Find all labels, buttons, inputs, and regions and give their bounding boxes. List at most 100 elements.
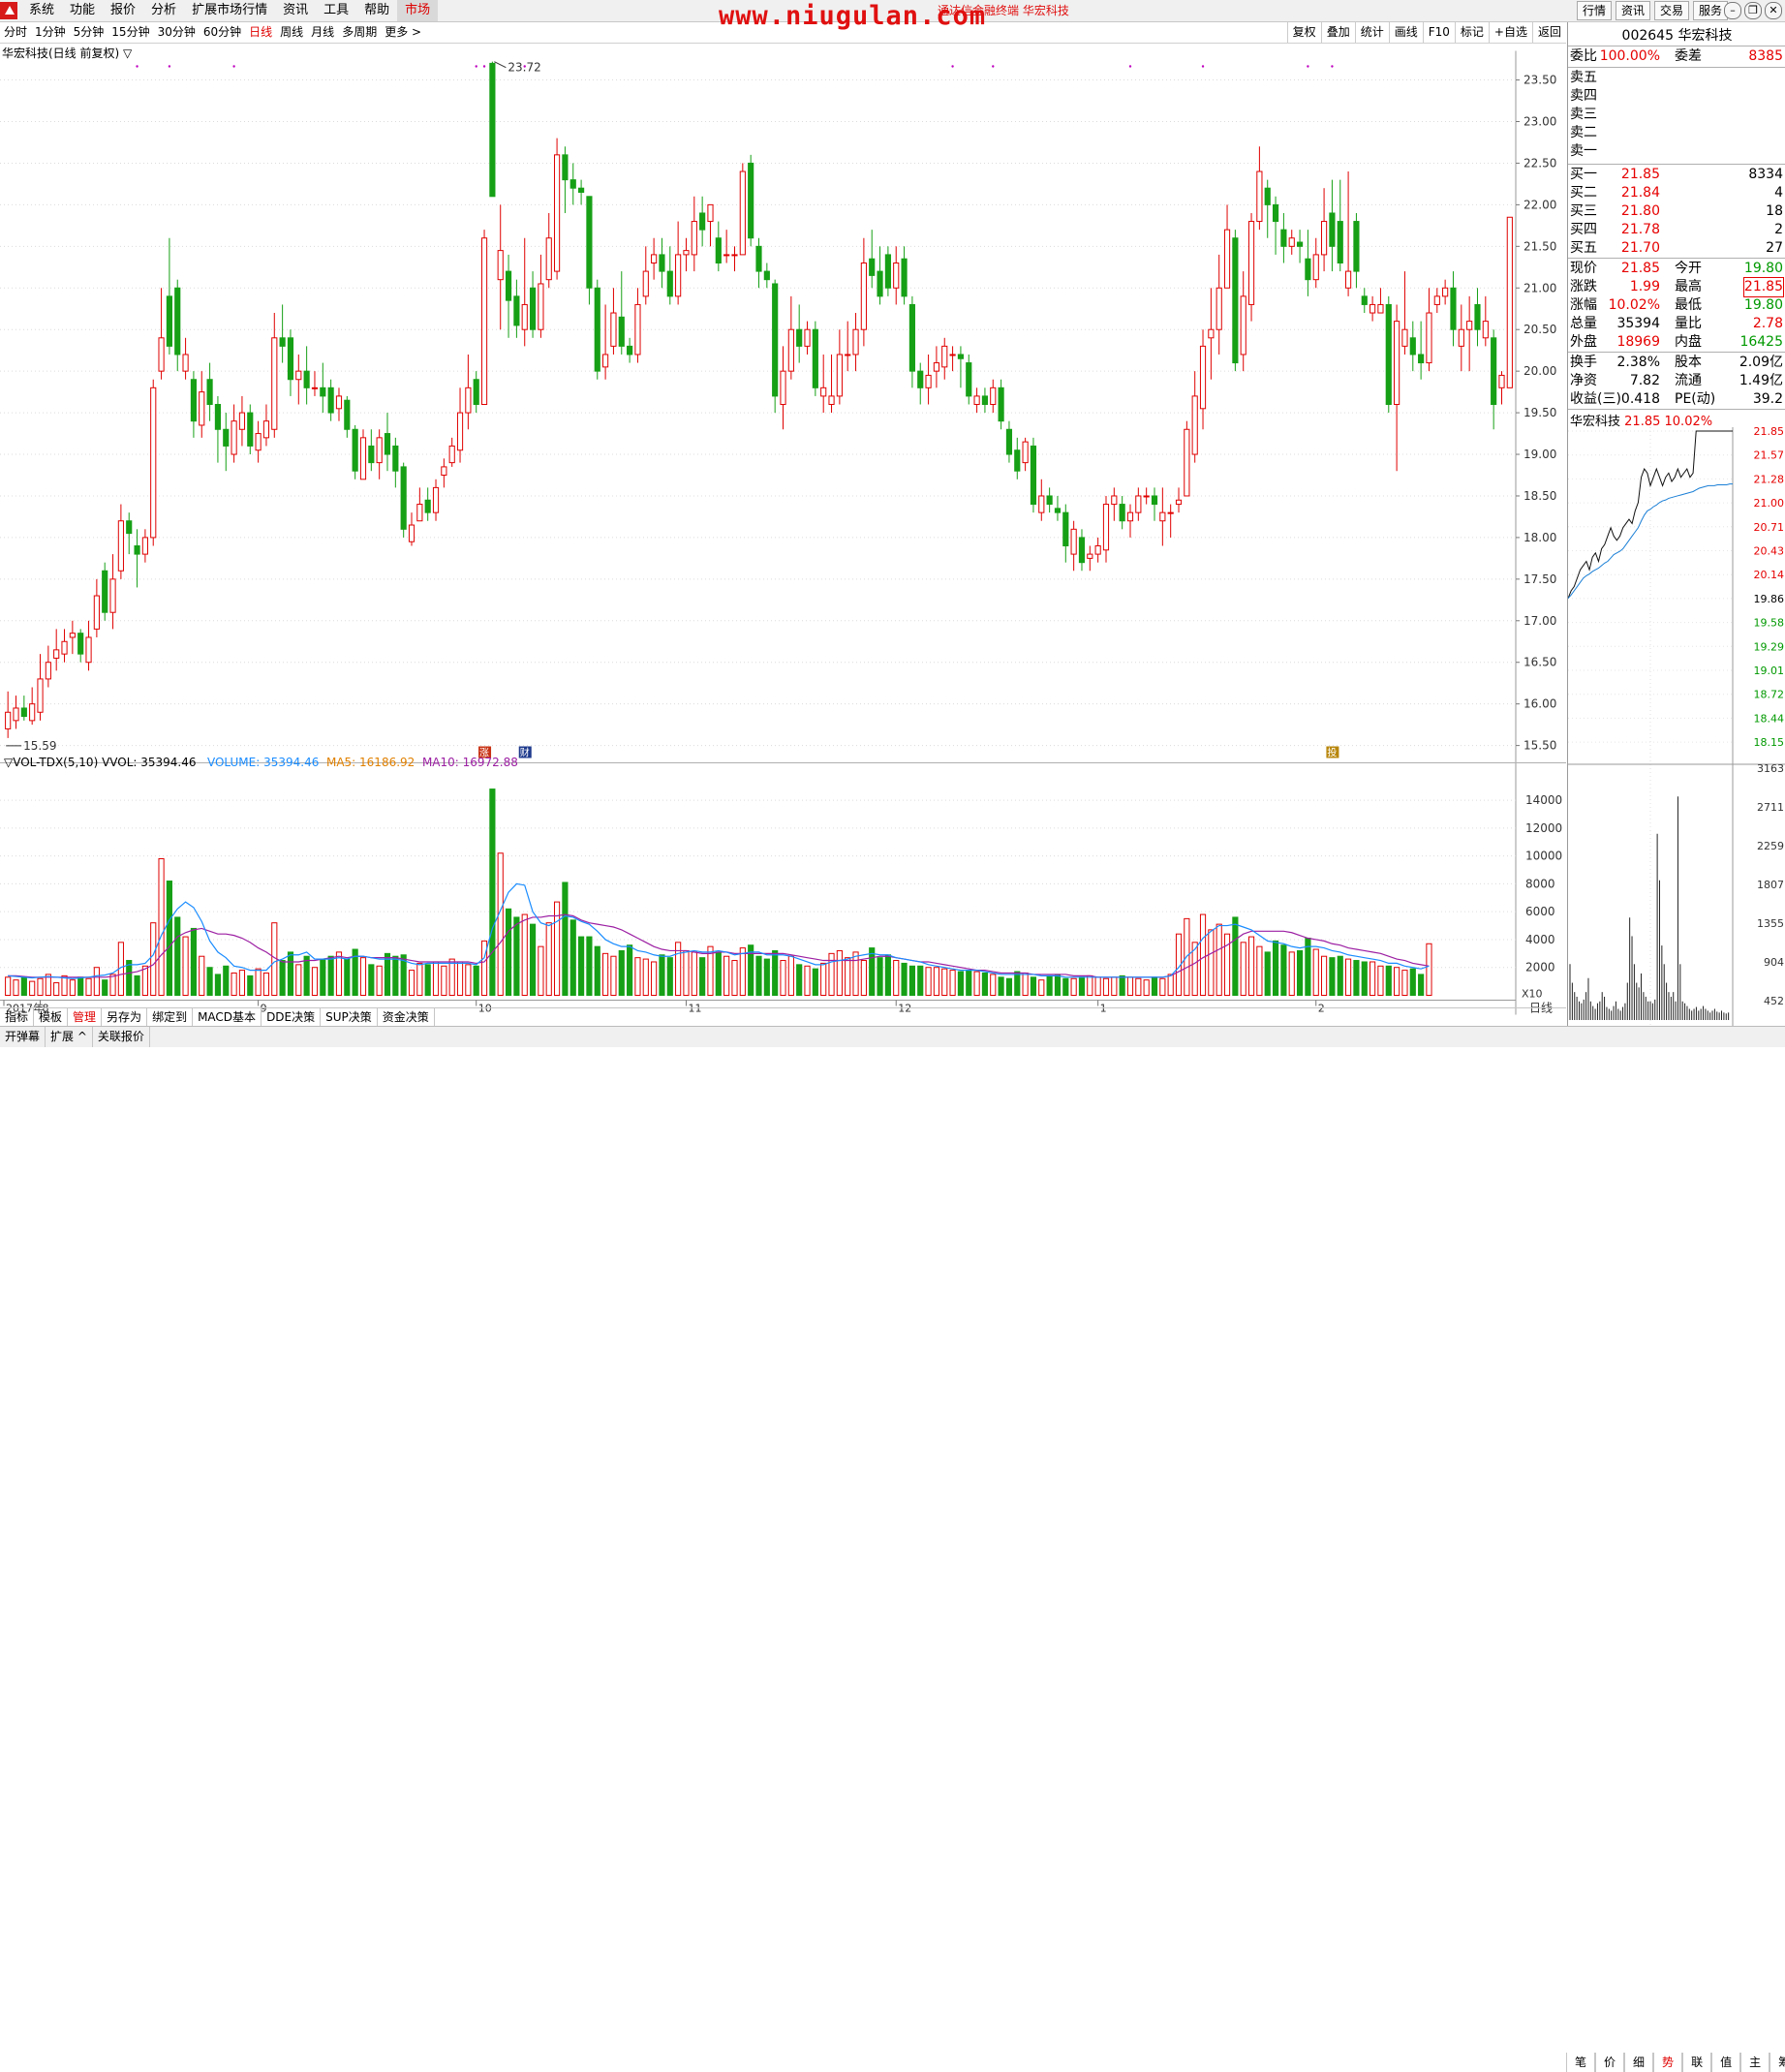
period-tab-bar: 分时 1分钟 5分钟 15分钟 30分钟 60分钟 日线 周线 月线 多周期 更多 > 复权 叠加 统计… <box>0 22 1566 44</box>
candle <box>1458 328 1464 347</box>
volume-bar <box>432 961 440 996</box>
quote-tab-6[interactable]: 主 <box>1740 2053 1770 2072</box>
tab-period-9[interactable]: 多周期 <box>338 22 381 43</box>
menu-item-3[interactable]: 分析 <box>143 0 184 21</box>
indicator-tab-3[interactable]: 另存为 <box>102 1008 148 1026</box>
close-icon[interactable]: ✕ <box>1765 2 1782 19</box>
volume-bar <box>408 970 415 996</box>
tab-period-2[interactable]: 5分钟 <box>70 22 108 43</box>
candle <box>545 237 552 281</box>
tool-button-2[interactable]: 统计 <box>1354 22 1389 43</box>
top-button-0[interactable]: 行情 <box>1577 1 1613 20</box>
sell-label: 卖五 <box>1570 70 1597 85</box>
candle <box>949 354 956 356</box>
menu-item-8[interactable]: 市场 <box>397 0 439 21</box>
tool-button-5[interactable]: 标记 <box>1454 22 1489 43</box>
tool-button-3[interactable]: 画线 <box>1388 22 1423 43</box>
event-dot <box>1201 65 1205 68</box>
tab-period-6[interactable]: 日线 <box>245 22 276 43</box>
candle <box>586 196 593 289</box>
menu-item-7[interactable]: 帮助 <box>356 0 397 21</box>
menu-item-1[interactable]: 功能 <box>62 0 103 21</box>
quote-tab-7[interactable]: 筹 <box>1770 2053 1785 2072</box>
indicator-tab-1[interactable]: 模板 <box>34 1008 69 1026</box>
top-button-2[interactable]: 交易 <box>1654 1 1690 20</box>
indicator-tab-2[interactable]: 管理 <box>68 1008 103 1026</box>
volume-bar <box>845 957 851 997</box>
candle <box>29 703 36 722</box>
mini-price-label: 21.85 <box>1754 427 1785 438</box>
top-button-1[interactable]: 资讯 <box>1616 1 1651 20</box>
tab-period-10[interactable]: 更多 > <box>381 22 425 43</box>
status-item-danmu[interactable]: 开弹幕 <box>0 1027 46 1047</box>
volume-bar <box>505 908 512 996</box>
volume-bar <box>199 955 205 996</box>
sell-label: 卖三 <box>1570 107 1597 122</box>
candle <box>1442 287 1449 297</box>
tab-period-3[interactable]: 15分钟 <box>108 22 153 43</box>
tool-button-1[interactable]: 叠加 <box>1320 22 1355 43</box>
status-item-expand[interactable]: 扩展 ^ <box>46 1027 93 1047</box>
candle <box>594 287 600 372</box>
restore-icon[interactable]: ❐ <box>1744 2 1762 19</box>
tab-period-5[interactable]: 60分钟 <box>200 22 245 43</box>
indicator-tab-5[interactable]: MACD基本 <box>193 1008 262 1026</box>
app-logo-icon[interactable] <box>0 2 17 19</box>
quote-tab-4[interactable]: 联 <box>1682 2053 1712 2072</box>
tool-button-0[interactable]: 复权 <box>1286 22 1321 43</box>
candle <box>109 578 116 613</box>
buy-row: 买一 21.85 8334 <box>1568 166 1785 184</box>
tab-period-7[interactable]: 周线 <box>276 22 307 43</box>
menu-item-0[interactable]: 系统 <box>21 0 62 21</box>
indicator-tab-8[interactable]: 资金决策 <box>378 1008 435 1026</box>
buy-row: 买四 21.78 2 <box>1568 221 1785 239</box>
volume-bar <box>860 960 867 997</box>
tool-button-4[interactable]: F10 <box>1422 22 1455 43</box>
stat-label: 最高 <box>1675 279 1702 294</box>
volume-bar <box>5 976 12 996</box>
menu-item-5[interactable]: 资讯 <box>275 0 316 21</box>
tab-period-8[interactable]: 月线 <box>307 22 338 43</box>
indicator-tab-6[interactable]: DDE决策 <box>262 1008 322 1026</box>
minimize-icon[interactable]: – <box>1724 2 1741 19</box>
mini-price-label: 18.15 <box>1754 736 1785 749</box>
intraday-mini-chart[interactable]: 21.85 21.57 21.28 21.00 20.71 20.43 20.14 19.86… <box>1568 427 1785 1026</box>
volume-bar <box>908 965 915 997</box>
candle <box>416 504 423 522</box>
quote-tab-0[interactable]: 笔 <box>1566 2053 1596 2072</box>
menu-item-6[interactable]: 工具 <box>316 0 356 21</box>
quote-tab-1[interactable]: 价 <box>1595 2053 1625 2072</box>
volume-bar <box>529 923 537 996</box>
sell-label: 卖四 <box>1570 88 1597 104</box>
candle <box>998 387 1004 422</box>
tool-button-6[interactable]: +自选 <box>1488 22 1532 43</box>
candle <box>1394 321 1400 405</box>
indicator-tab-7[interactable]: SUP决策 <box>321 1008 378 1026</box>
volume-bar <box>1280 944 1287 997</box>
menu-item-2[interactable]: 报价 <box>103 0 143 21</box>
candle <box>93 595 100 630</box>
candle <box>602 354 609 368</box>
candle <box>102 570 108 613</box>
tab-period-0[interactable]: 分时 <box>0 22 31 43</box>
mini-volume-label: 3163 <box>1757 762 1784 775</box>
candle <box>408 524 415 542</box>
candle <box>223 428 230 447</box>
quote-tab-3[interactable]: 势 <box>1653 2053 1683 2072</box>
quote-tab-5[interactable]: 值 <box>1711 2053 1741 2072</box>
tool-button-7[interactable]: 返回 <box>1531 22 1566 43</box>
volume-tick-label: 14000 <box>1525 793 1562 807</box>
tab-period-1[interactable]: 1分钟 <box>31 22 70 43</box>
indicator-tab-0[interactable]: 指标 <box>0 1008 35 1026</box>
quote-tab-2[interactable]: 细 <box>1624 2053 1654 2072</box>
volume-bar <box>384 952 391 996</box>
kline-chart[interactable]: 15.50 16.00 16.50 17.00 17.50 18.00 18.50 19.00… <box>0 44 1566 1022</box>
volume-bar <box>521 913 528 996</box>
volume-bar <box>37 977 44 996</box>
candle <box>61 640 68 655</box>
menu-item-4[interactable]: 扩展市场行情 <box>184 0 275 21</box>
volume-bar <box>1054 974 1062 997</box>
tab-period-4[interactable]: 30分钟 <box>154 22 200 43</box>
indicator-tab-4[interactable]: 绑定到 <box>147 1008 194 1026</box>
status-item-linked-quote[interactable]: 关联报价 <box>93 1027 150 1047</box>
